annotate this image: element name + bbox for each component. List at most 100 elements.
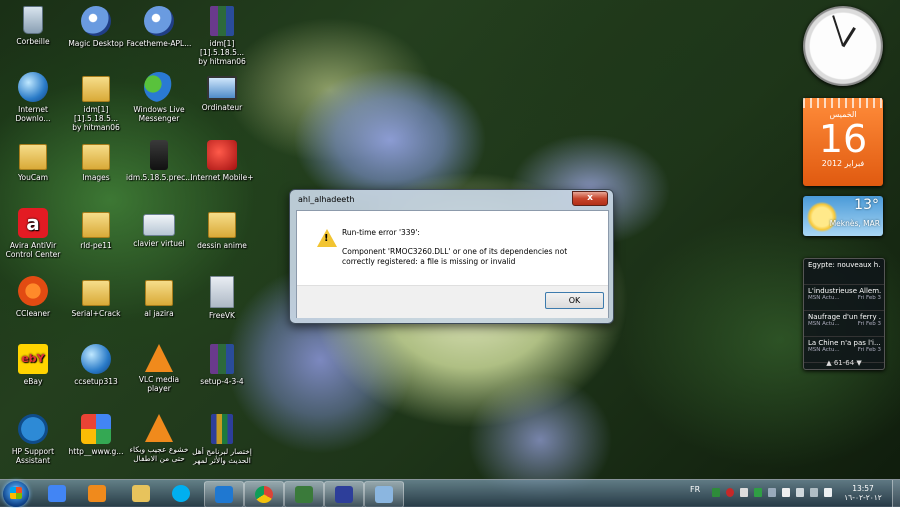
- news-date: Fri Feb 3: [857, 321, 881, 327]
- news-gadget[interactable]: Egypte: nouveaux h... L'industrieuse All…: [803, 258, 885, 370]
- desktop-icon-label: CCleaner: [15, 309, 51, 318]
- desktop-icon[interactable]: Internet Mobile+: [189, 140, 255, 182]
- folder-icon: [208, 212, 236, 238]
- language-indicator[interactable]: FR: [690, 485, 700, 494]
- news-item[interactable]: L'industrieuse Allem... MSN Actu... Fri F…: [804, 285, 884, 311]
- desktop-icon-label: Magic Desktop: [68, 39, 124, 48]
- desktop-icon[interactable]: http__www.g...: [63, 414, 129, 456]
- desktop-icon-label: Avira AntiVir Control Center: [5, 241, 61, 259]
- news-headline: L'industrieuse Allem...: [808, 287, 881, 295]
- idm-icon: [150, 140, 168, 170]
- clock-minute-hand: [832, 15, 844, 47]
- desktop-icon[interactable]: Images: [63, 140, 129, 182]
- error-dialog[interactable]: ahl_alhadeeth x ! Run-time error '339': …: [289, 189, 614, 324]
- desktop-icon[interactable]: idm[1][1].5.18.5... by hitman06: [63, 72, 129, 132]
- desktop-icon[interactable]: CCleaner: [0, 276, 66, 318]
- taskbar-button[interactable]: [244, 481, 284, 508]
- internet-mobile-icon: [207, 140, 237, 170]
- desktop-icon[interactable]: a Avira AntiVir Control Center: [0, 208, 66, 259]
- windows-logo-icon: [10, 487, 22, 499]
- desktop-icon[interactable]: YouCam: [0, 140, 66, 182]
- tray-signal-icon[interactable]: [810, 488, 818, 497]
- desktop-icon[interactable]: dessin anime: [189, 208, 255, 250]
- taskbar-clock[interactable]: 13:57 ٢٠١٢-٠٢-١٦: [838, 484, 888, 502]
- show-desktop-button[interactable]: [892, 480, 900, 507]
- internet-download-icon: [18, 72, 48, 102]
- desktop-icon[interactable]: Facetheme-APL...: [126, 6, 192, 48]
- internet-explorer-icon: [215, 486, 233, 503]
- desktop-icon[interactable]: Corbeille: [0, 6, 66, 46]
- desktop-icon-label: Internet Downlo...: [15, 105, 51, 123]
- desktop-icon[interactable]: ccsetup313: [63, 344, 129, 386]
- desktop-icon-label: clavier virtuel: [133, 239, 185, 248]
- desktop-icon-label: Windows Live Messenger: [133, 105, 185, 123]
- desktop-icon[interactable]: Windows Live Messenger: [126, 72, 192, 123]
- dialog-footer: OK: [297, 285, 608, 318]
- news-item[interactable]: Egypte: nouveaux h...: [804, 259, 884, 285]
- tray-volume-icon[interactable]: [824, 488, 832, 497]
- taskbar-time: 13:57: [852, 484, 874, 493]
- desktop-icon[interactable]: Serial+Crack: [63, 276, 129, 318]
- desktop-icon[interactable]: VLC media player: [126, 344, 192, 393]
- desktop-icon-label: Serial+Crack: [71, 309, 121, 318]
- document-icon: [210, 276, 234, 308]
- desktop-icon[interactable]: idm[1][1].5.18.5... by hitman06: [189, 6, 255, 66]
- tray-security-icon[interactable]: [754, 488, 762, 497]
- desktop-icon-label: http__www.g...: [68, 447, 124, 456]
- calendar-month-year: فبراير 2012: [821, 159, 865, 168]
- tray-power-icon[interactable]: [796, 488, 804, 497]
- taskbar-button[interactable]: [364, 481, 404, 508]
- desktop-icon[interactable]: idm.5.18.5.prec...: [126, 140, 192, 182]
- taskbar-button[interactable]: [38, 481, 76, 506]
- desktop-icon[interactable]: HP Support Assistant: [0, 414, 66, 465]
- news-headline: Naufrage d'un ferry ...: [808, 313, 881, 321]
- magic-desktop-icon: [81, 6, 111, 36]
- tray-network-icon[interactable]: [768, 488, 776, 497]
- vlc-icon: [145, 344, 173, 372]
- dialog-title: ahl_alhadeeth: [298, 195, 355, 204]
- desktop-icon[interactable]: Internet Downlo...: [0, 72, 66, 123]
- folder-icon: [82, 76, 110, 102]
- desktop-icon[interactable]: setup-4-3-4: [189, 344, 255, 386]
- ok-button[interactable]: OK: [545, 292, 604, 309]
- error-message: Component 'RMOC3260.DLL' or one of its d…: [342, 247, 568, 266]
- winrar-icon: [210, 6, 234, 36]
- taskbar-button[interactable]: [284, 481, 324, 508]
- desktop-icon[interactable]: إختصار لبرنامج أهل الحديث والأثر لمهر: [189, 414, 255, 465]
- tray-app-icon[interactable]: [712, 488, 720, 497]
- desktop-icon[interactable]: Magic Desktop: [63, 6, 129, 48]
- taskbar-button[interactable]: [162, 481, 200, 506]
- news-pager[interactable]: ▲ 61-64 ▼: [804, 359, 884, 367]
- taskbar-button[interactable]: [204, 481, 244, 508]
- desktop-icon[interactable]: خشوع عجيب وبكاء حتى من الاطفال: [126, 414, 192, 463]
- winrar-icon: [210, 344, 234, 374]
- tray-antivirus-icon[interactable]: [726, 488, 734, 497]
- tray-update-icon[interactable]: [740, 488, 748, 497]
- start-button[interactable]: [3, 481, 29, 507]
- desktop-icon[interactable]: Ordinateur: [189, 72, 255, 112]
- taskbar-button[interactable]: [122, 481, 160, 506]
- news-item[interactable]: Naufrage d'un ferry ... MSN Actu... Fri F…: [804, 311, 884, 337]
- news-date: Fri Feb 3: [857, 295, 881, 301]
- desktop-icon[interactable]: ebY eBay: [0, 344, 66, 386]
- weather-gadget[interactable]: 13° Meknès, MAR: [803, 196, 883, 236]
- close-button[interactable]: x: [572, 191, 608, 206]
- desktop-icon-label: YouCam: [17, 173, 49, 182]
- desktop-icon-label: خشوع عجيب وبكاء حتى من الاطفال: [129, 445, 189, 463]
- folder-icon: [145, 280, 173, 306]
- desktop-icon[interactable]: rld-pe11: [63, 208, 129, 250]
- desktop-icon[interactable]: FreeVK: [189, 276, 255, 320]
- desktop-icon-label: Ordinateur: [201, 103, 243, 112]
- calendar-gadget[interactable]: الخميس 16 فبراير 2012: [803, 98, 883, 186]
- tray-battery-icon[interactable]: [782, 488, 790, 497]
- calendar-date: 16: [818, 117, 868, 161]
- desktop-icon-label: Internet Mobile+: [190, 173, 254, 182]
- desktop-icon[interactable]: al jazira: [126, 276, 192, 318]
- desktop-icon[interactable]: clavier virtuel: [126, 208, 192, 248]
- system-tray-icons: [712, 488, 832, 498]
- taskbar-button[interactable]: [78, 481, 116, 506]
- clock-gadget[interactable]: [803, 6, 883, 86]
- taskbar: FR 13:57 ٢٠١٢-٠٢-١٦: [0, 479, 900, 508]
- taskbar-button[interactable]: [324, 481, 364, 508]
- dialog-titlebar[interactable]: ahl_alhadeeth x: [290, 190, 613, 209]
